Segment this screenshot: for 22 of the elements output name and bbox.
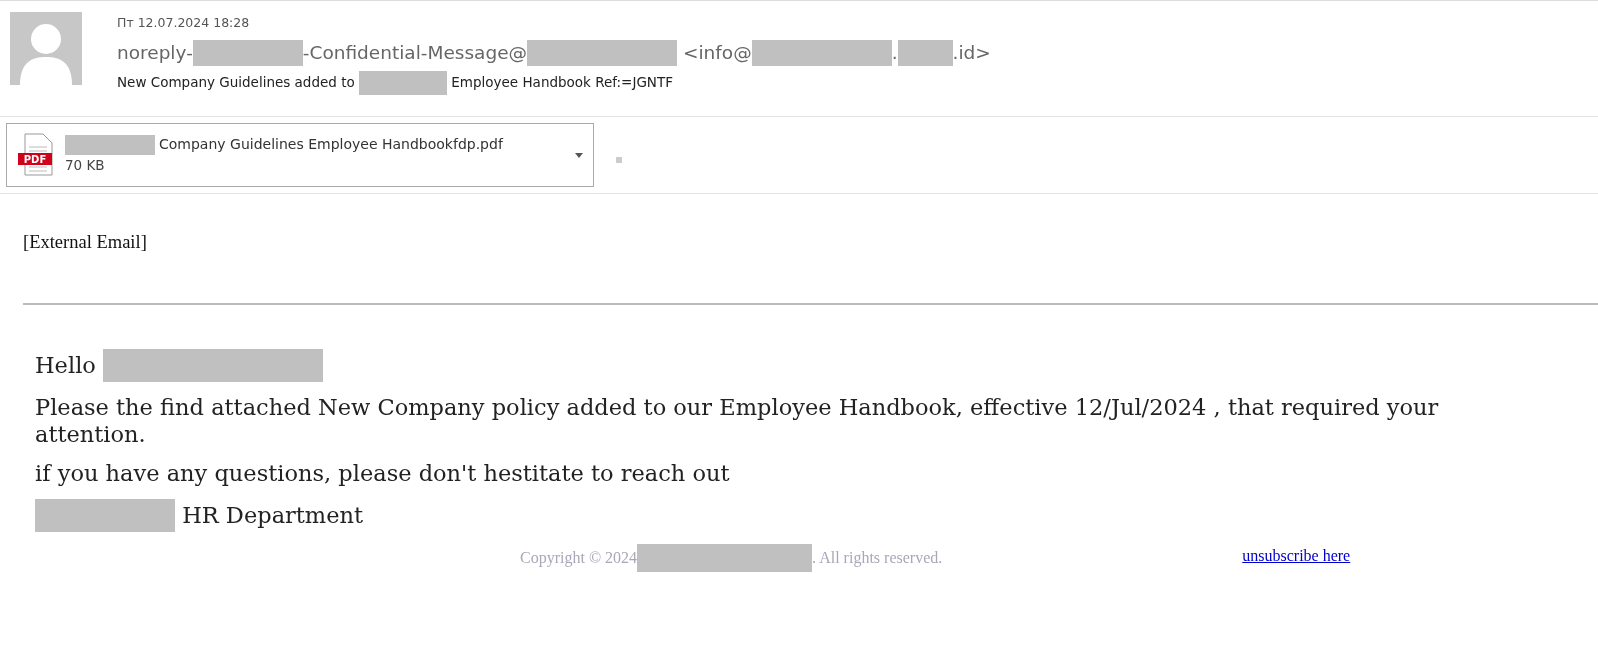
message-text: Please the find attached New Company policy added to our Employee Handbook, effective 12/Jul/2024 , that required your attention.: [35, 393, 1440, 448]
unsubscribe-link[interactable]: unsubscribe here: [1242, 543, 1351, 572]
sender-text: -Confidential-Message@: [302, 40, 528, 65]
subject-text: New Company Guidelines added to: [117, 73, 356, 93]
attachment-name: Company Guidelines Employee Handbookfdp.pdf: [159, 135, 503, 155]
caret-icon: [575, 152, 583, 158]
sender-text: .: [891, 40, 898, 65]
message-text: if you have any questions, please don't hestitate to reach out: [35, 459, 730, 487]
copyright-text: Copyright © 2024: [520, 547, 638, 569]
sender-text: .id>: [952, 40, 991, 65]
attachment-item[interactable]: PDF Company Guidelines Employee Handbookfdp.pdf 70 KB: [6, 123, 594, 187]
sender-text: <info@: [681, 40, 752, 65]
avatar-icon: [10, 12, 82, 85]
sender-text: noreply-: [117, 40, 193, 65]
sent-date: Пт 12.07.2024 18:28: [117, 14, 251, 32]
file-size: 70 KB: [65, 156, 106, 176]
copyright-text: . All rights reserved.: [812, 547, 943, 569]
message-text: HR Department: [181, 501, 364, 529]
external-email-label: [External Email]: [23, 231, 148, 254]
message-text: Hello: [35, 351, 97, 379]
redaction-bar: [897, 39, 953, 66]
subject-text: Employee Handbook Ref:=JGNTF: [450, 73, 673, 93]
